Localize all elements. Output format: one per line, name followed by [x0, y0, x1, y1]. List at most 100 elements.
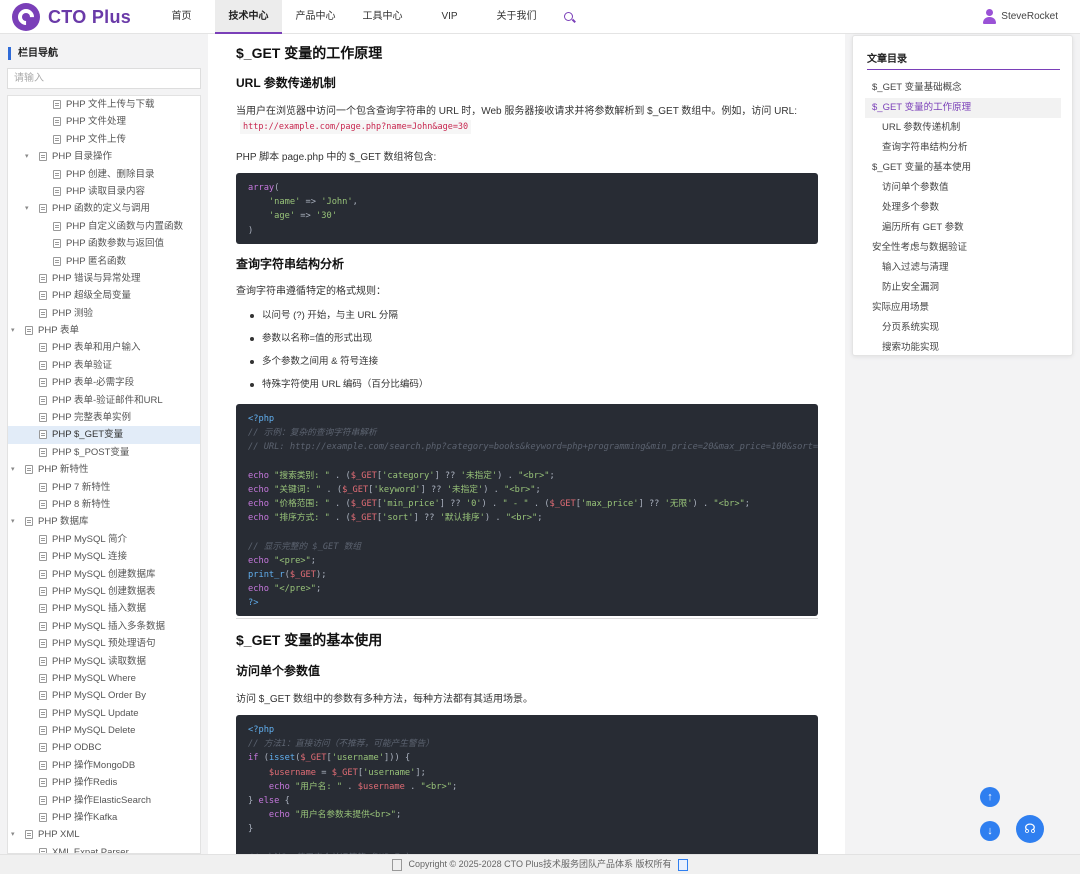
- sidebar-tree-item[interactable]: PHP 完整表单实例: [8, 409, 200, 426]
- article-content[interactable]: $_GET 变量的工作原理 URL 参数传递机制 当用户在浏览器中访问一个包含查…: [208, 34, 845, 854]
- nav-vip[interactable]: VIP: [416, 0, 483, 34]
- sidebar-tree-item[interactable]: PHP 操作MongoDB: [8, 757, 200, 774]
- chevron-down-icon[interactable]: ▾: [11, 322, 15, 339]
- sidebar-tree-item[interactable]: PHP 表单验证: [8, 357, 200, 374]
- chevron-down-icon[interactable]: ▾: [25, 148, 29, 165]
- toc-item[interactable]: 输入过滤与清理: [865, 258, 1061, 278]
- sidebar-tree-item[interactable]: PHP MySQL Delete: [8, 722, 200, 739]
- sidebar-tree-label: PHP 测验: [52, 307, 94, 319]
- sidebar-tree-item[interactable]: PHP 超级全局变量: [8, 287, 200, 304]
- sidebar-tree-item[interactable]: PHP 函数参数与返回值: [8, 235, 200, 252]
- toc-item[interactable]: URL 参数传递机制: [865, 118, 1061, 138]
- sidebar-tree-item[interactable]: PHP 错误与异常处理: [8, 270, 200, 287]
- sidebar-tree-item[interactable]: ▾ PHP 表单: [8, 322, 200, 339]
- sidebar-tree-item[interactable]: PHP MySQL 插入多条数据: [8, 618, 200, 635]
- sidebar-tree-item[interactable]: PHP 文件上传: [8, 131, 200, 148]
- sidebar-tree-item[interactable]: PHP MySQL Update: [8, 705, 200, 722]
- nav-product-center[interactable]: 产品中心: [282, 0, 349, 34]
- toc-item[interactable]: 实际应用场景: [865, 298, 1061, 318]
- chevron-down-icon[interactable]: ▾: [25, 200, 29, 217]
- chevron-down-icon[interactable]: ▾: [11, 461, 15, 478]
- sidebar-tree-item[interactable]: PHP 匿名函数: [8, 253, 200, 270]
- sidebar-tree-item[interactable]: XML Expat Parser: [8, 844, 200, 854]
- toc-item[interactable]: 查询字符串结构分析: [865, 138, 1061, 158]
- sidebar-tree-item[interactable]: PHP MySQL 创建数据表: [8, 583, 200, 600]
- sidebar-tree-item[interactable]: PHP 操作Kafka: [8, 809, 200, 826]
- sidebar-tree-item[interactable]: PHP 表单-验证邮件和URL: [8, 392, 200, 409]
- sidebar-tree-item[interactable]: PHP 文件上传与下载: [8, 96, 200, 113]
- nav-tool-center[interactable]: 工具中心: [349, 0, 416, 34]
- toc-item[interactable]: $_GET 变量基础概念: [865, 78, 1061, 98]
- list-item: 参数以名称=值的形式出现: [250, 327, 428, 350]
- sidebar-tree-item[interactable]: PHP 8 新特性: [8, 496, 200, 513]
- sidebar-tree-label: XML Expat Parser: [52, 846, 129, 854]
- sidebar-tree-item[interactable]: PHP 表单和用户输入: [8, 339, 200, 356]
- user-menu[interactable]: SteveRocket: [982, 9, 1058, 24]
- sidebar-tree-label: PHP 函数参数与返回值: [66, 238, 165, 250]
- copyright-text: Copyright © 2025-2028 CTO Plus技术服务团队产品体系…: [408, 859, 672, 869]
- sidebar-tree-item[interactable]: PHP MySQL 预处理语句: [8, 635, 200, 652]
- sidebar-tree-item[interactable]: PHP 测验: [8, 305, 200, 322]
- sidebar-tree-label: PHP 文件处理: [66, 116, 127, 128]
- nav-about[interactable]: 关于我们: [483, 0, 550, 34]
- sidebar-tree-item[interactable]: PHP 操作ElasticSearch: [8, 792, 200, 809]
- toc-item[interactable]: 遍历所有 GET 参数: [865, 218, 1061, 238]
- code-block-array[interactable]: array( 'name' => 'John', 'age' => '30' ): [236, 173, 818, 244]
- toc-item[interactable]: 安全性考虑与数据验证: [865, 238, 1061, 258]
- sidebar-tree-item[interactable]: PHP 读取目录内容: [8, 183, 200, 200]
- toc-item[interactable]: 访问单个参数值: [865, 178, 1061, 198]
- sidebar-tree-item[interactable]: PHP MySQL 连接: [8, 548, 200, 565]
- divider: [236, 618, 818, 619]
- customer-support-button[interactable]: ☊: [1016, 815, 1044, 843]
- sidebar-tree-item[interactable]: PHP 自定义函数与内置函数: [8, 218, 200, 235]
- toc-item[interactable]: $_GET 变量的工作原理: [865, 98, 1061, 118]
- sidebar-tree-item[interactable]: PHP 表单-必需字段: [8, 374, 200, 391]
- sidebar-tree-item[interactable]: ▾ PHP 数据库: [8, 513, 200, 530]
- document-icon: [25, 465, 33, 475]
- sidebar-tree-item[interactable]: PHP MySQL 创建数据库: [8, 566, 200, 583]
- sidebar-tree-item[interactable]: PHP 7 新特性: [8, 479, 200, 496]
- sidebar-tree-label: PHP 操作Redis: [52, 777, 118, 789]
- toc-item[interactable]: 分页系统实现: [865, 318, 1061, 338]
- code-block-search-example[interactable]: <?php // 示例：复杂的查询字符串解析 // URL: http://ex…: [236, 404, 818, 616]
- chevron-down-icon[interactable]: ▾: [11, 826, 15, 843]
- scroll-to-bottom-button[interactable]: ↓: [980, 821, 1000, 841]
- section-heading-basic-usage: $_GET 变量的基本使用: [236, 632, 383, 648]
- sidebar-tree-item[interactable]: ▾ PHP 目录操作: [8, 148, 200, 165]
- paragraph-contains: PHP 脚本 page.php 中的 $_GET 数组将包含:: [236, 152, 437, 163]
- sidebar-tree-item[interactable]: PHP MySQL 简介: [8, 531, 200, 548]
- sidebar-tree-item[interactable]: PHP MySQL Where: [8, 670, 200, 687]
- sidebar-tree-item[interactable]: PHP 文件处理: [8, 113, 200, 130]
- sidebar-tree-item[interactable]: PHP MySQL 插入数据: [8, 600, 200, 617]
- sidebar-tree-item[interactable]: PHP 创建、删除目录: [8, 166, 200, 183]
- sidebar-tree-item[interactable]: PHP $_POST变量: [8, 444, 200, 461]
- nav-tech-center[interactable]: 技术中心: [215, 0, 282, 34]
- site-logo[interactable]: CTO Plus: [12, 3, 131, 31]
- chevron-down-icon[interactable]: ▾: [11, 513, 15, 530]
- document-icon: [39, 273, 47, 283]
- sidebar-tree-item[interactable]: PHP 操作Redis: [8, 774, 200, 791]
- sidebar-tree-item[interactable]: ▾ PHP 函数的定义与调用: [8, 200, 200, 217]
- code-block-access-single[interactable]: <?php // 方法1：直接访问（不推荐，可能产生警告） if (isset(…: [236, 715, 818, 854]
- search-icon[interactable]: [550, 0, 586, 34]
- toc-item[interactable]: 防止安全漏洞: [865, 278, 1061, 298]
- nav-home[interactable]: 首页: [148, 0, 215, 34]
- sidebar-tree-item[interactable]: PHP MySQL 读取数据: [8, 653, 200, 670]
- paragraph-url: 当用户在浏览器中访问一个包含查询字符串的 URL 时，Web 服务器接收请求并将…: [236, 106, 797, 117]
- toc-item[interactable]: 搜索功能实现: [865, 338, 1061, 355]
- toc-item[interactable]: $_GET 变量的基本使用: [865, 158, 1061, 178]
- sidebar-tree-label: PHP 超级全局变量: [52, 290, 132, 302]
- back-to-top-button[interactable]: ↑: [980, 787, 1000, 807]
- sidebar-tree-label: PHP 操作MongoDB: [52, 759, 136, 771]
- sidebar-tree-item[interactable]: PHP $_GET变量: [8, 426, 200, 444]
- document-icon: [53, 100, 61, 109]
- sidebar-tree-label: PHP MySQL 读取数据: [52, 655, 146, 667]
- sidebar-tree[interactable]: PHP 文件上传与下载 PHP 文件处理 PHP 文件上传 ▾ PHP 目录操作 PHP …: [7, 95, 201, 854]
- sidebar-search-input[interactable]: [7, 68, 201, 89]
- toc-item[interactable]: 处理多个参数: [865, 198, 1061, 218]
- sidebar-tree-item[interactable]: ▾ PHP 新特性: [8, 461, 200, 478]
- sidebar-tree-item[interactable]: PHP MySQL Order By: [8, 687, 200, 704]
- sidebar-tree-label: PHP MySQL 插入多条数据: [52, 620, 165, 632]
- sidebar-tree-item[interactable]: ▾ PHP XML: [8, 826, 200, 843]
- sidebar-tree-item[interactable]: PHP ODBC: [8, 739, 200, 756]
